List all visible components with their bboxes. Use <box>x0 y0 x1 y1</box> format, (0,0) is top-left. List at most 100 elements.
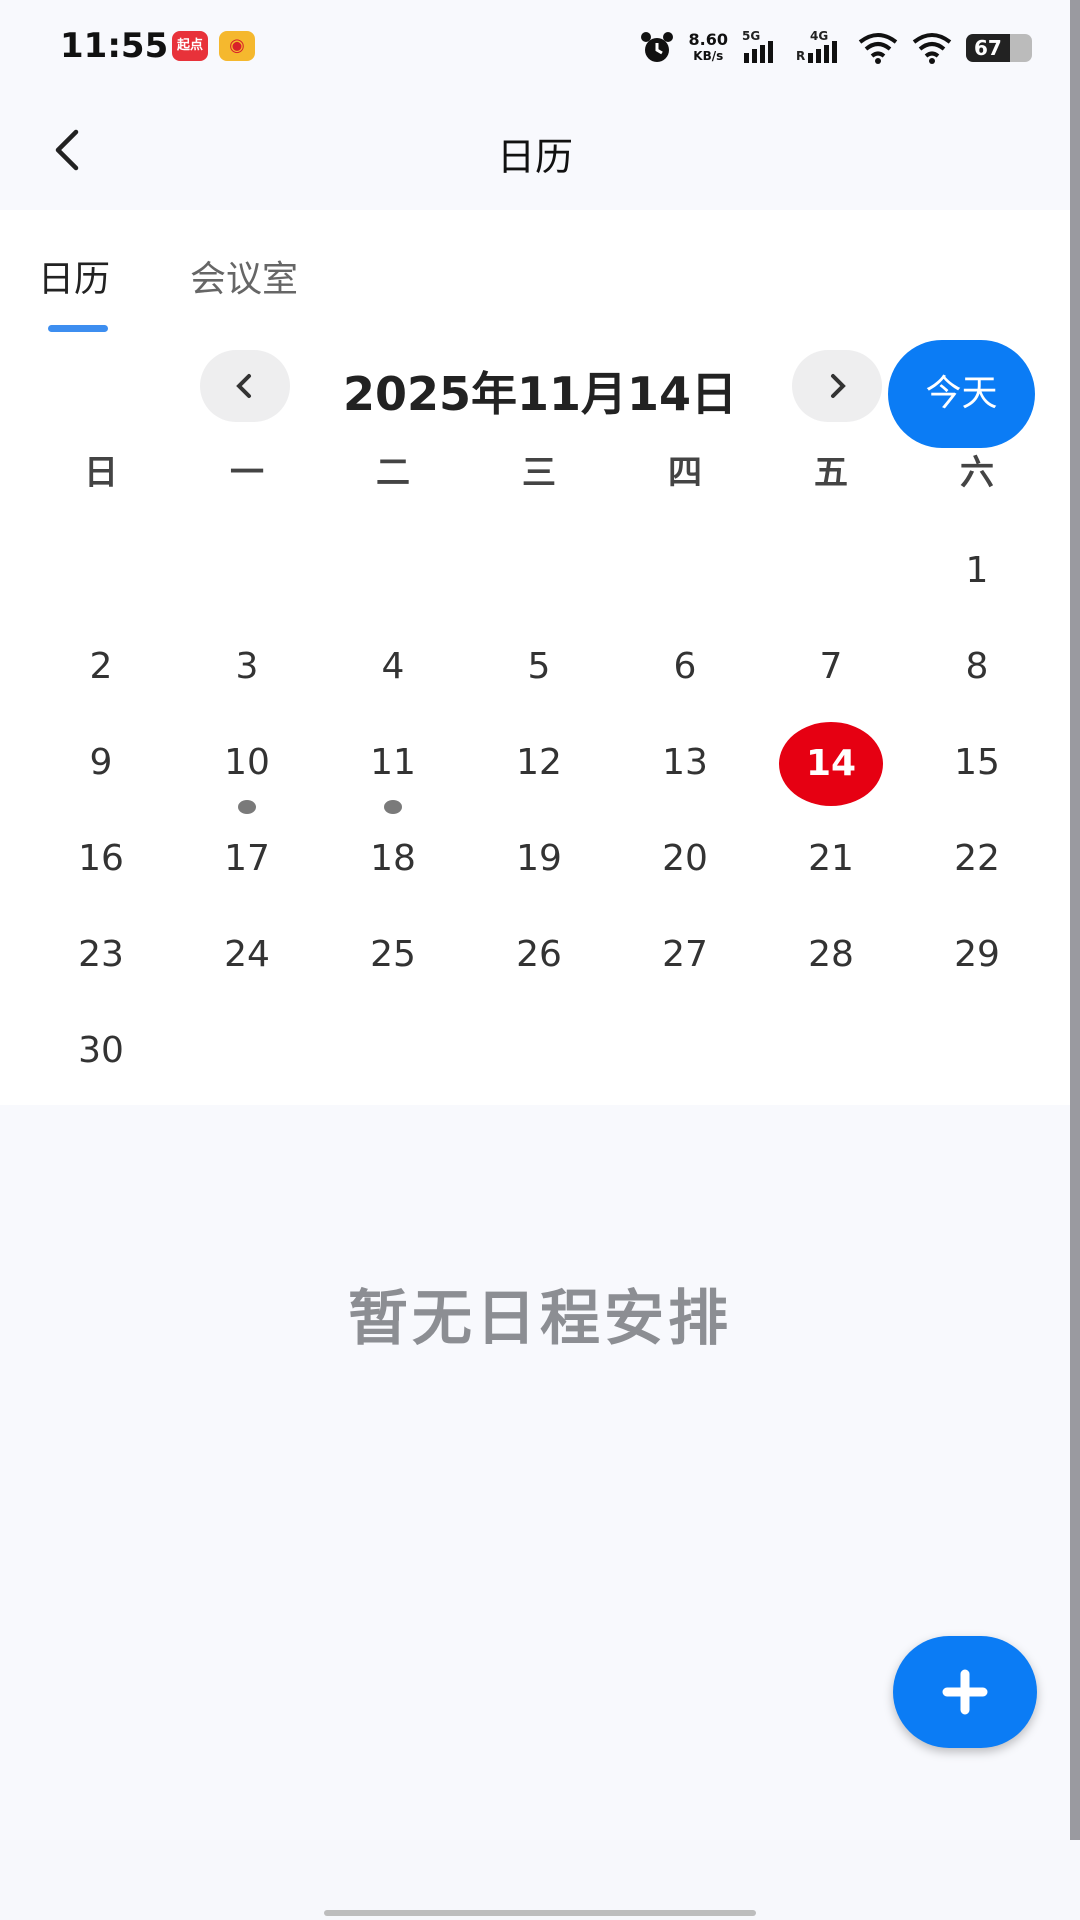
day-cell-selected[interactable]: 14 <box>758 722 904 818</box>
day-number: 21 <box>808 838 854 879</box>
day-number: 22 <box>954 838 1000 879</box>
weekday-header: 日一二三四五六 <box>0 445 1050 505</box>
day-cell-empty <box>28 530 174 626</box>
day-cell[interactable]: 26 <box>466 914 612 1010</box>
day-number: 7 <box>819 646 843 687</box>
day-cell[interactable]: 12 <box>466 722 612 818</box>
scroll-edge <box>1070 0 1080 1840</box>
day-cell[interactable]: 16 <box>28 818 174 914</box>
day-cell[interactable]: 21 <box>758 818 904 914</box>
day-number: 14 <box>779 722 883 806</box>
day-cell[interactable]: 29 <box>904 914 1050 1010</box>
plus-icon <box>942 1669 988 1715</box>
day-cell-empty <box>320 530 466 626</box>
calendar-panel: 日历 会议室 2025年11月14日 今天 日一二三四五六 1234567891… <box>0 210 1070 1105</box>
day-cell-empty <box>466 530 612 626</box>
day-cell[interactable]: 23 <box>28 914 174 1010</box>
day-number: 16 <box>78 838 124 879</box>
day-cell[interactable]: 28 <box>758 914 904 1010</box>
prev-month-button[interactable] <box>200 350 290 422</box>
tab-active-indicator <box>48 325 108 332</box>
weekday-label: 六 <box>960 453 994 493</box>
clock: 11:55 <box>60 26 169 66</box>
day-cell[interactable]: 19 <box>466 818 612 914</box>
day-cell[interactable]: 7 <box>758 626 904 722</box>
day-number: 29 <box>954 934 1000 975</box>
day-number: 5 <box>527 646 551 687</box>
day-number: 6 <box>673 646 697 687</box>
day-number: 27 <box>662 934 708 975</box>
home-indicator[interactable] <box>324 1910 756 1916</box>
day-cell[interactable]: 6 <box>612 626 758 722</box>
alarm-icon <box>640 32 673 62</box>
day-cell[interactable]: 9 <box>28 722 174 818</box>
day-number: 15 <box>954 742 1000 783</box>
add-event-button[interactable] <box>893 1636 1037 1748</box>
day-number: 19 <box>516 838 562 879</box>
day-cell[interactable]: 22 <box>904 818 1050 914</box>
signal-4g-icon: 4G R <box>796 29 844 63</box>
empty-state-message: 暂无日程安排 <box>348 1284 732 1354</box>
month-navigator: 2025年11月14日 今天 <box>0 340 1070 450</box>
day-number: 9 <box>89 742 113 783</box>
day-cell[interactable]: 11 <box>320 722 466 818</box>
day-cell-empty <box>612 530 758 626</box>
weekday-label: 三 <box>522 453 556 493</box>
day-cell-empty <box>758 530 904 626</box>
wifi-hotspot-icon <box>858 33 898 64</box>
day-number: 1 <box>965 550 989 591</box>
tab-calendar[interactable]: 日历 <box>38 250 110 302</box>
day-cell[interactable]: 4 <box>320 626 466 722</box>
day-number: 30 <box>78 1030 124 1071</box>
network-speed: 8.60 KB/s <box>688 30 728 64</box>
day-number: 8 <box>965 646 989 687</box>
day-cell[interactable]: 24 <box>174 914 320 1010</box>
day-cell[interactable]: 10 <box>174 722 320 818</box>
day-cell[interactable]: 2 <box>28 626 174 722</box>
status-bar: 11:55 起点 ◉ 8.60 KB/s 5G 4G R 67 <box>0 0 1070 100</box>
weekday-label: 五 <box>814 453 848 493</box>
tab-bar: 日历 会议室 <box>0 230 1070 332</box>
chevron-left-icon <box>236 374 251 398</box>
day-number: 23 <box>78 934 124 975</box>
qidian-app-icon: 起点 <box>172 31 208 61</box>
weekday-label: 二 <box>376 453 410 493</box>
day-number: 11 <box>370 742 416 783</box>
day-cell[interactable]: 15 <box>904 722 1050 818</box>
day-cell[interactable]: 18 <box>320 818 466 914</box>
tab-meeting-room[interactable]: 会议室 <box>190 250 298 302</box>
day-number: 24 <box>224 934 270 975</box>
event-dot <box>384 800 402 814</box>
day-number: 28 <box>808 934 854 975</box>
next-month-button[interactable] <box>792 350 882 422</box>
battery-indicator: 67 <box>966 34 1032 62</box>
day-cell[interactable]: 25 <box>320 914 466 1010</box>
signal-5g-icon: 5G <box>742 29 782 63</box>
weekday-label: 一 <box>230 453 264 493</box>
day-cell[interactable]: 8 <box>904 626 1050 722</box>
app-header: 日历 <box>0 100 1070 210</box>
day-number: 18 <box>370 838 416 879</box>
day-cell[interactable]: 17 <box>174 818 320 914</box>
day-number: 10 <box>224 742 270 783</box>
day-cell[interactable]: 5 <box>466 626 612 722</box>
weibo-app-icon: ◉ <box>219 31 255 61</box>
chevron-right-icon <box>831 374 846 398</box>
current-date-label: 2025年11月14日 <box>342 367 738 421</box>
wifi-icon <box>912 33 952 64</box>
day-cell[interactable]: 30 <box>28 1010 174 1106</box>
day-number: 3 <box>235 646 259 687</box>
day-cell[interactable]: 27 <box>612 914 758 1010</box>
day-number: 17 <box>224 838 270 879</box>
day-number: 4 <box>381 646 405 687</box>
day-cell[interactable]: 13 <box>612 722 758 818</box>
day-number: 2 <box>89 646 113 687</box>
day-cell[interactable]: 3 <box>174 626 320 722</box>
day-cell[interactable]: 1 <box>904 530 1050 626</box>
today-button[interactable]: 今天 <box>888 340 1035 448</box>
event-dot <box>238 800 256 814</box>
day-number: 25 <box>370 934 416 975</box>
day-cell[interactable]: 20 <box>612 818 758 914</box>
calendar-grid: 1 2 3 4 5 6 7 8 9 10 11 12 13 14 15 16 17 18 19 20 21 22 23 24 2… <box>28 530 1050 1106</box>
day-cell-empty <box>174 530 320 626</box>
